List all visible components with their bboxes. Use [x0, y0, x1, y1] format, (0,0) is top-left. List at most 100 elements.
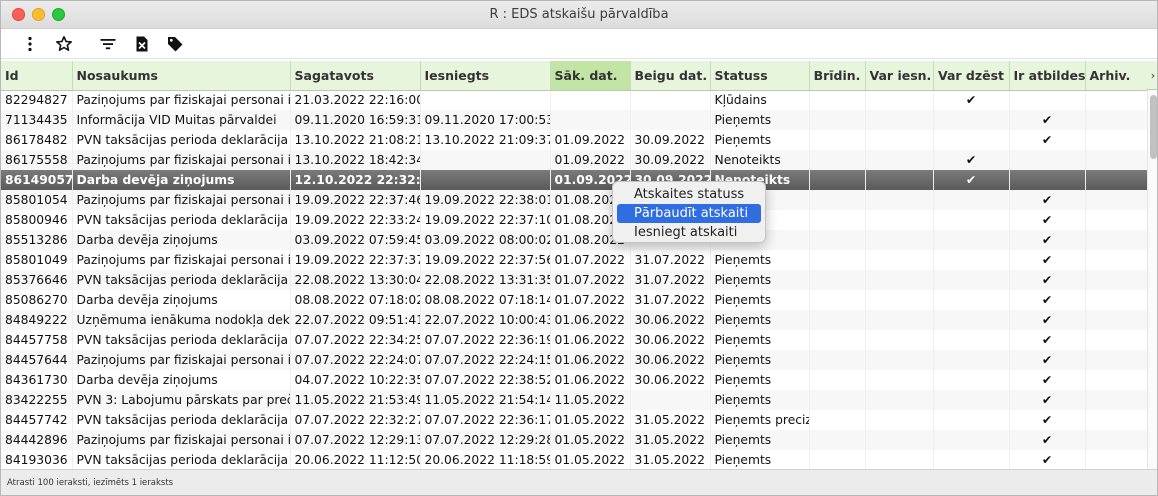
- cell-can-delete: [933, 250, 1010, 270]
- table-row[interactable]: 84193036 PVN taksācijas perioda deklarāci…: [1, 450, 1148, 469]
- cell-warn: [809, 230, 866, 250]
- table-row[interactable]: 84457742 PVN taksācijas perioda deklarāci…: [1, 410, 1148, 430]
- table-row[interactable]: 85800946 PVN taksācijas perioda deklarāci…: [1, 210, 1148, 230]
- cell-prepared: 21.03.2022 22:16:00: [290, 90, 421, 110]
- column-header[interactable]: Statuss: [710, 61, 810, 91]
- cell-warn: [809, 410, 866, 430]
- cell-id: 85513286: [1, 230, 73, 250]
- table-row[interactable]: 83422255 PVN 3: Labojumu pārskats par pre…: [1, 390, 1148, 410]
- column-header[interactable]: Var iesn.: [865, 61, 934, 91]
- table-row[interactable]: 85513286 Darba devēja ziņojums 03.09.2022 …: [1, 230, 1148, 250]
- report-icon[interactable]: [130, 32, 154, 56]
- cell-submitted: 19.09.2022 22:38:01: [420, 190, 551, 210]
- table-row[interactable]: 86178482 PVN taksācijas perioda deklarāci…: [1, 130, 1148, 150]
- cell-can-delete: [933, 130, 1010, 150]
- cell-end: 30.06.2022: [630, 330, 711, 350]
- scrollbar-thumb[interactable]: [1150, 95, 1157, 159]
- cell-prepared: 22.08.2022 13:30:04: [290, 270, 421, 290]
- table-row[interactable]: 84457644 Paziņojums par fiziskajai person…: [1, 350, 1148, 370]
- status-bar: Atrasti 100 ieraksti, iezīmēts 1 ierakst…: [1, 469, 1157, 495]
- cell-end: 31.07.2022: [630, 290, 711, 310]
- table-row[interactable]: 84849222Uzņēmuma ienākuma nodokļa deklar…: [1, 310, 1148, 330]
- filter-icon[interactable]: [96, 32, 120, 56]
- context-menu-item[interactable]: Atskaites statuss: [613, 185, 765, 204]
- column-header[interactable]: Nosaukums: [72, 61, 291, 91]
- table-row[interactable]: 86175558 Paziņojums par fiziskajai person…: [1, 150, 1148, 170]
- cell-can-submit: [865, 450, 934, 469]
- table-row[interactable]: 82294827 Paziņojums par fiziskajai person…: [1, 90, 1148, 110]
- cell-archived: [1085, 90, 1148, 110]
- cell-status: Pieņemts: [710, 250, 810, 270]
- cell-archived: [1085, 130, 1148, 150]
- cell-end: 31.05.2022: [630, 410, 711, 430]
- column-header[interactable]: Id: [1, 61, 73, 91]
- table-row[interactable]: 71134435 Informācija VID Muitas pārvaldei…: [1, 110, 1148, 130]
- table-row[interactable]: 85801049 Paziņojums par fiziskajai person…: [1, 250, 1148, 270]
- table-row[interactable]: 85086270 Darba devēja ziņojums 08.08.2022 …: [1, 290, 1148, 310]
- table-row[interactable]: 86149057 Darba devēja ziņojums 12.10.2022 …: [1, 170, 1148, 190]
- cell-submitted: 19.09.2022 22:37:10: [420, 210, 551, 230]
- cell-start: 01.05.2022: [550, 430, 631, 450]
- vertical-scrollbar[interactable]: [1147, 90, 1157, 469]
- column-header[interactable]: Beigu dat.: [630, 61, 711, 91]
- table-row[interactable]: 84361730 Darba devēja ziņojums 04.07.2022 …: [1, 370, 1148, 390]
- table-row[interactable]: 84457758 PVN taksācijas perioda deklarāci…: [1, 330, 1148, 350]
- cell-id: 85801049: [1, 250, 73, 270]
- column-header[interactable]: Ir atbildes: [1009, 61, 1086, 91]
- cell-can-submit: [865, 390, 934, 410]
- cell-archived: [1085, 210, 1148, 230]
- tag-icon[interactable]: [163, 32, 187, 56]
- table-row[interactable]: 84442896 Paziņojums par fiziskajai person…: [1, 430, 1148, 450]
- column-header[interactable]: Brīdin.: [809, 61, 866, 91]
- cell-status: Nenoteikts: [710, 150, 810, 170]
- column-header[interactable]: Iesniegts: [420, 61, 551, 91]
- cell-prepared: 12.10.2022 22:32:49: [290, 170, 421, 190]
- cell-status: Pieņemts: [710, 130, 810, 150]
- cell-start: 01.09.2022: [550, 130, 631, 150]
- column-header[interactable]: Sagatavots: [290, 61, 421, 91]
- cell-id: 84193036: [1, 450, 73, 469]
- app-window: R : EDS atskaišu pārvaldība Id Nosaukums S: [0, 0, 1158, 496]
- more-vertical-icon[interactable]: [18, 32, 42, 56]
- context-menu-item[interactable]: Pārbaudīt atskaiti: [617, 204, 761, 223]
- cell-status: Kļūdains: [710, 90, 810, 110]
- column-header[interactable]: Arhiv.: [1085, 61, 1148, 91]
- cell-name: Uzņēmuma ienākuma nodokļa deklarācija: [72, 310, 291, 330]
- cell-has-answers: ✔: [1009, 270, 1086, 290]
- cell-name: PVN taksācijas perioda deklarācija: [72, 210, 291, 230]
- cell-warn: [809, 150, 866, 170]
- cell-prepared: 13.10.2022 21:08:21: [290, 130, 421, 150]
- cell-submitted: 07.07.2022 22:36:17: [420, 410, 551, 430]
- cell-submitted: 07.07.2022 22:38:52: [420, 370, 551, 390]
- cell-has-answers: ✔: [1009, 310, 1086, 330]
- cell-end: [630, 110, 711, 130]
- cell-has-answers: [1009, 170, 1086, 190]
- column-header[interactable]: Var dzēst: [933, 61, 1010, 91]
- star-icon[interactable]: [52, 32, 76, 56]
- cell-prepared: 07.07.2022 22:32:27: [290, 410, 421, 430]
- cell-name: PVN taksācijas perioda deklarācija: [72, 330, 291, 350]
- cell-prepared: 08.08.2022 07:18:02: [290, 290, 421, 310]
- cell-can-submit: [865, 90, 934, 110]
- table-row[interactable]: 85376646 PVN taksācijas perioda deklarāci…: [1, 270, 1148, 290]
- cell-status: Pieņemts: [710, 350, 810, 370]
- cell-can-submit: [865, 270, 934, 290]
- cell-start: 01.09.2022: [550, 150, 631, 170]
- context-menu-item[interactable]: Iesniegt atskaiti: [613, 223, 765, 242]
- cell-prepared: 13.10.2022 18:42:34: [290, 150, 421, 170]
- cell-id: 82294827: [1, 90, 73, 110]
- cell-has-answers: ✔: [1009, 410, 1086, 430]
- cell-archived: [1085, 310, 1148, 330]
- cell-submitted: 22.08.2022 13:31:35: [420, 270, 551, 290]
- cell-start: [550, 90, 631, 110]
- table-row[interactable]: 85801054 Paziņojums par fiziskajai person…: [1, 190, 1148, 210]
- cell-prepared: 07.07.2022 22:34:25: [290, 330, 421, 350]
- cell-id: 84457742: [1, 410, 73, 430]
- column-header[interactable]: Sāk. dat.: [550, 61, 631, 91]
- cell-prepared: 07.07.2022 12:29:13: [290, 430, 421, 450]
- cell-submitted: 07.07.2022 22:36:19: [420, 330, 551, 350]
- cell-id: 86149057: [1, 170, 73, 190]
- cell-can-submit: [865, 190, 934, 210]
- cell-archived: [1085, 390, 1148, 410]
- scroll-right-icon[interactable]: ›: [1147, 61, 1157, 90]
